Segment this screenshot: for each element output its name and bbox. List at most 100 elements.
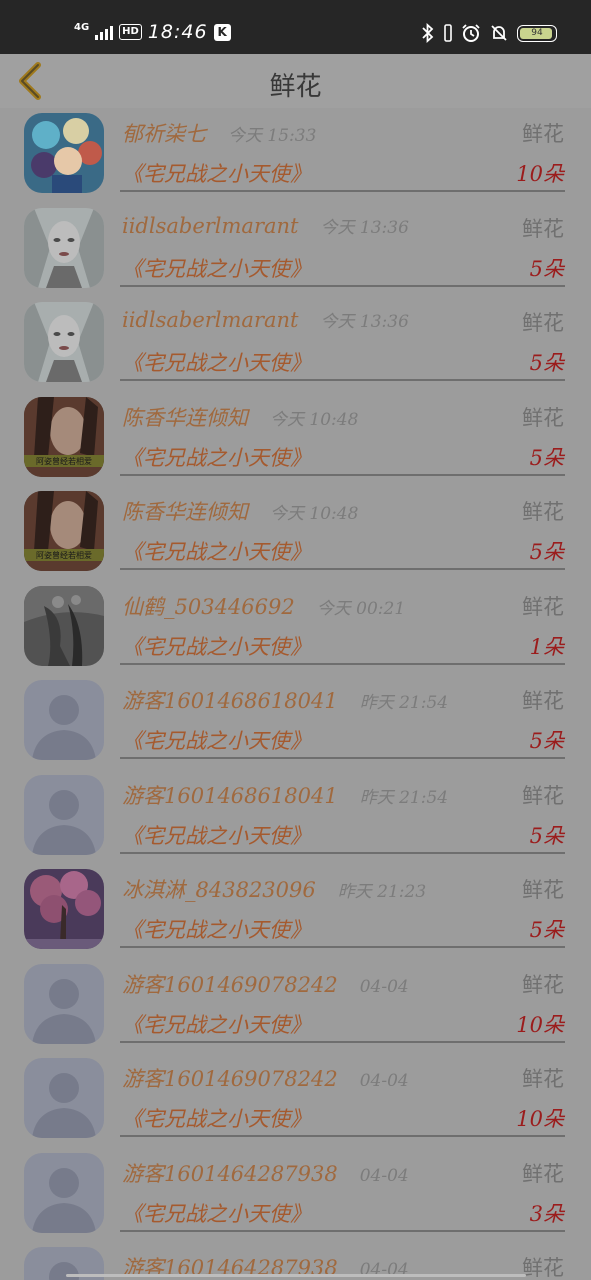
name-line: 游客1601469078242 04-04 bbox=[122, 1063, 409, 1091]
avatar[interactable] bbox=[24, 1058, 104, 1138]
timestamp: 04-04 bbox=[359, 1165, 409, 1186]
list-item[interactable]: 游客1601468618041 昨天 21:54 鲜花 《宅兄战之小天使》 5朵 bbox=[0, 770, 591, 865]
gift-type: 鲜花 bbox=[522, 878, 564, 902]
gift-count: 5朵 bbox=[529, 918, 564, 942]
list-item[interactable]: 游客1601464287938 04-04 鲜花《宅兄战之小天使》 3朵 bbox=[0, 1148, 591, 1243]
header: 鲜花 bbox=[0, 54, 591, 108]
scrollbar[interactable] bbox=[66, 1274, 526, 1277]
avatar[interactable] bbox=[24, 680, 104, 760]
avatar[interactable]: 阿姿曾经若相爱 bbox=[24, 491, 104, 571]
gift-type: 鲜花 bbox=[522, 311, 564, 335]
divider bbox=[120, 473, 565, 476]
timestamp: 04-04 bbox=[359, 1071, 409, 1091]
gift-count: 5朵 bbox=[529, 445, 564, 470]
gift-type: 鲜花 bbox=[522, 122, 564, 146]
list-item[interactable]: iidlsaberlmarant 今天 13:36 鲜花 《宅兄战之小天使》 5朵 bbox=[0, 297, 591, 392]
name-line: iidlsaberlmarant 今天 13:36 bbox=[122, 307, 409, 335]
list-item[interactable]: 阿姿曾经若相爱 陈香华连倾知 今天 10:48 鲜花《宅兄战之小天使》 5朵 bbox=[0, 486, 591, 581]
list-item[interactable]: 游客1601469078242 04-04 鲜花 《宅兄战之小天使》 10朵 bbox=[0, 959, 591, 1054]
divider bbox=[120, 946, 565, 948]
k-app-icon: K bbox=[213, 23, 231, 41]
hd-badge: HD bbox=[119, 24, 142, 40]
user-name: 冰淇淋_843823096 bbox=[122, 878, 316, 902]
user-name: iidlsaberlmarant bbox=[122, 213, 299, 238]
timestamp: 今天 10:48 bbox=[270, 409, 359, 430]
user-name: 游客1601469078242 bbox=[122, 972, 338, 997]
avatar[interactable] bbox=[24, 1152, 104, 1233]
avatar[interactable] bbox=[24, 207, 104, 288]
gift-type: 鲜花 bbox=[522, 594, 564, 619]
list-item[interactable]: 游客1601468618041 昨天 21:54 鲜花 《宅兄战之小天使》 5朵 bbox=[0, 675, 591, 770]
divider bbox=[120, 1040, 565, 1043]
book-title: 《宅兄战之小天使》 bbox=[122, 1012, 311, 1037]
gift-type: 鲜花 bbox=[522, 689, 564, 713]
gift-count: 5朵 bbox=[529, 540, 564, 564]
divider bbox=[120, 1229, 565, 1232]
name-line: 郁祈柒七 今天 15:33 bbox=[122, 118, 316, 146]
list-item[interactable]: iidlsaberlmarant 今天 13:36 鲜花《宅兄战之小天使》 5朵 bbox=[0, 203, 591, 298]
list-item[interactable]: 阿姿曾经若相爱 陈香华连倾知 今天 10:48 鲜花《宅兄战之小天使》 5朵 bbox=[0, 392, 591, 487]
bluetooth-icon bbox=[422, 23, 434, 43]
gift-type: 鲜花 bbox=[522, 500, 564, 524]
gift-type: 鲜花 bbox=[522, 1161, 564, 1186]
list-item[interactable]: 郁祈柒七 今天 15:33 鲜花 《宅兄战之小天使》 10朵 bbox=[0, 108, 591, 203]
avatar[interactable] bbox=[24, 963, 104, 1044]
back-arrow-icon[interactable] bbox=[14, 60, 50, 102]
user-name: 游客1601464287938 bbox=[122, 1161, 338, 1186]
status-bar: 4G HD 18:46 K 94 bbox=[0, 0, 591, 54]
status-left: 4G HD 18:46 K bbox=[74, 18, 231, 46]
name-line: 陈香华连倾知 今天 10:48 bbox=[122, 402, 358, 430]
list-item[interactable]: 游客1601469078242 04-04 鲜花 《宅兄战之小天使》 10朵 bbox=[0, 1053, 591, 1148]
divider bbox=[120, 757, 565, 759]
user-name: 陈香华连倾知 bbox=[122, 405, 248, 430]
user-name: iidlsaberlmarant bbox=[122, 308, 299, 332]
book-title: 《宅兄战之小天使》 bbox=[122, 823, 311, 848]
book-title: 《宅兄战之小天使》 bbox=[122, 918, 311, 942]
user-name: 仙鹤_503446692 bbox=[122, 594, 295, 619]
avatar[interactable] bbox=[24, 302, 104, 382]
status-right: 94 bbox=[421, 20, 557, 46]
name-line: 冰淇淋_843823096 昨天 21:23 bbox=[122, 874, 426, 902]
gift-type: 鲜花 bbox=[522, 216, 564, 241]
book-title: 《宅兄战之小天使》 bbox=[122, 634, 311, 659]
timestamp: 昨天 21:54 bbox=[359, 693, 449, 713]
gift-type: 鲜花 bbox=[522, 783, 564, 808]
book-title: 《宅兄战之小天使》 bbox=[122, 540, 311, 564]
gift-type: 鲜花 bbox=[522, 1256, 564, 1280]
name-line: 陈香华连倾知 今天 10:48 bbox=[122, 496, 358, 524]
gift-count: 5朵 bbox=[529, 351, 564, 375]
network-type: 4G bbox=[74, 22, 90, 33]
name-line: iidlsaberlmarant 今天 13:36 bbox=[122, 213, 409, 241]
name-line: 仙鹤_503446692 今天 00:21 bbox=[122, 591, 405, 619]
book-title: 《宅兄战之小天使》 bbox=[122, 445, 311, 470]
list-item[interactable]: 仙鹤_503446692 今天 00:21 鲜花 《宅兄战之小天使》 1朵 bbox=[0, 581, 591, 676]
gift-count: 3朵 bbox=[529, 1201, 564, 1226]
timestamp: 今天 00:21 bbox=[316, 598, 406, 619]
gift-count: 10朵 bbox=[516, 162, 564, 186]
list-item[interactable]: 冰淇淋_843823096 昨天 21:23 鲜花《宅兄战之小天使》 5朵 bbox=[0, 864, 591, 959]
battery-level: 94 bbox=[531, 27, 543, 38]
gift-type: 鲜花 bbox=[522, 405, 564, 430]
avatar[interactable]: 阿姿曾经若相爱 bbox=[24, 396, 104, 477]
book-title: 《宅兄战之小天使》 bbox=[122, 1201, 311, 1226]
name-line: 游客1601464287938 04-04 bbox=[122, 1158, 409, 1186]
timestamp: 昨天 21:54 bbox=[359, 787, 449, 808]
user-name: 游客1601468618041 bbox=[122, 783, 338, 808]
name-line: 游客1601468618041 昨天 21:54 bbox=[122, 780, 448, 808]
avatar-caption: 阿姿曾经若相爱 bbox=[36, 550, 92, 560]
timestamp: 今天 10:48 bbox=[270, 504, 359, 524]
book-title: 《宅兄战之小天使》 bbox=[122, 256, 311, 281]
book-title: 《宅兄战之小天使》 bbox=[122, 729, 311, 753]
gift-count: 5朵 bbox=[529, 256, 564, 281]
divider bbox=[120, 190, 565, 192]
vibrate-icon bbox=[444, 24, 452, 42]
timestamp: 今天 13:36 bbox=[320, 217, 409, 238]
avatar[interactable] bbox=[24, 113, 104, 193]
gift-list[interactable]: 郁祈柒七 今天 15:33 鲜花 《宅兄战之小天使》 10朵 iidlsaberlmara… bbox=[0, 108, 591, 1280]
avatar[interactable] bbox=[24, 585, 104, 666]
timestamp: 04-04 bbox=[359, 1260, 409, 1280]
gift-type: 鲜花 bbox=[522, 1067, 564, 1091]
avatar[interactable] bbox=[24, 869, 104, 949]
user-name: 陈香华连倾知 bbox=[122, 500, 248, 524]
avatar[interactable] bbox=[24, 774, 104, 855]
